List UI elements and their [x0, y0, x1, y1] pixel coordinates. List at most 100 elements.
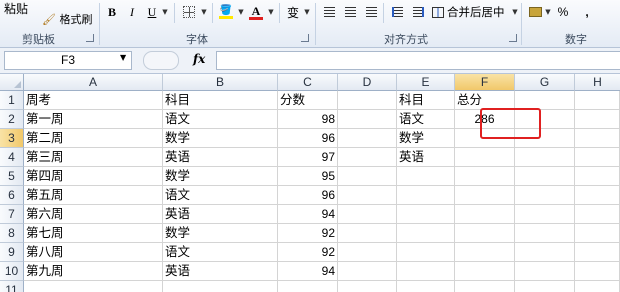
cell-a6[interactable]: 第五周	[24, 186, 163, 205]
fill-color-button[interactable]: 🪣	[217, 3, 235, 21]
row-header-5[interactable]: 5	[0, 167, 24, 186]
paste-button[interactable]: 粘贴	[4, 0, 28, 17]
cell-h9[interactable]	[575, 243, 620, 262]
comma-style-button[interactable]: ,	[580, 3, 594, 21]
cell-c10[interactable]: 94	[278, 262, 338, 281]
phonetic-dropdown-arrow-icon[interactable]: ▼	[302, 3, 312, 21]
cell-b3[interactable]: 数学	[163, 129, 278, 148]
clipboard-launcher-icon[interactable]	[86, 34, 94, 42]
cell-f10[interactable]	[455, 262, 515, 281]
cell-e8[interactable]	[397, 224, 455, 243]
merge-dropdown-arrow-icon[interactable]: ▼	[511, 3, 519, 21]
cell-h8[interactable]	[575, 224, 620, 243]
cell-h1[interactable]	[575, 91, 620, 110]
cell-a1[interactable]: 周考	[24, 91, 163, 110]
row-header-10[interactable]: 10	[0, 262, 24, 281]
row-header-8[interactable]: 8	[0, 224, 24, 243]
row-header-6[interactable]: 6	[0, 186, 24, 205]
column-header-f[interactable]: F	[455, 74, 515, 91]
font-launcher-icon[interactable]	[301, 34, 309, 42]
cell-h3[interactable]	[575, 129, 620, 148]
cell-g11[interactable]	[515, 281, 575, 292]
percent-style-button[interactable]: %	[556, 3, 570, 21]
cell-d8[interactable]	[338, 224, 397, 243]
cell-d3[interactable]	[338, 129, 397, 148]
name-box-dropdown-arrow-icon[interactable]: ▼	[120, 53, 126, 62]
cell-b2[interactable]: 语文	[163, 110, 278, 129]
cell-d4[interactable]	[338, 148, 397, 167]
column-header-a[interactable]: A	[24, 74, 163, 91]
format-painter-button[interactable]: 🖌 格式刷	[42, 11, 92, 27]
cell-a7[interactable]: 第六周	[24, 205, 163, 224]
cell-f11[interactable]	[455, 281, 515, 292]
cell-f5[interactable]	[455, 167, 515, 186]
cell-e7[interactable]	[397, 205, 455, 224]
cell-h2[interactable]	[575, 110, 620, 129]
row-header-2[interactable]: 2	[0, 110, 24, 129]
phonetic-guide-button[interactable]: 变	[284, 3, 302, 21]
alignment-launcher-icon[interactable]	[509, 34, 517, 42]
cell-c6[interactable]: 96	[278, 186, 338, 205]
cell-e4[interactable]: 英语	[397, 148, 455, 167]
row-header-7[interactable]: 7	[0, 205, 24, 224]
name-box[interactable]: F3	[4, 51, 132, 70]
cell-c5[interactable]: 95	[278, 167, 338, 186]
cell-f9[interactable]	[455, 243, 515, 262]
cell-g8[interactable]	[515, 224, 575, 243]
cell-h7[interactable]	[575, 205, 620, 224]
cell-c8[interactable]: 92	[278, 224, 338, 243]
cell-b4[interactable]: 英语	[163, 148, 278, 167]
cell-d5[interactable]	[338, 167, 397, 186]
cell-c3[interactable]: 96	[278, 129, 338, 148]
cell-h6[interactable]	[575, 186, 620, 205]
column-header-b[interactable]: B	[163, 74, 278, 91]
cell-c1[interactable]: 分数	[278, 91, 338, 110]
cell-h4[interactable]	[575, 148, 620, 167]
cell-b6[interactable]: 语文	[163, 186, 278, 205]
bold-button[interactable]: B	[104, 3, 120, 21]
cell-b7[interactable]: 英语	[163, 205, 278, 224]
cell-e3[interactable]: 数学	[397, 129, 455, 148]
decrease-indent-button[interactable]	[388, 3, 406, 21]
formula-input[interactable]	[216, 51, 620, 70]
column-header-d[interactable]: D	[338, 74, 397, 91]
cell-a11[interactable]	[24, 281, 163, 292]
cell-b5[interactable]: 数学	[163, 167, 278, 186]
underline-dropdown-arrow-icon[interactable]: ▼	[160, 3, 170, 21]
cell-e5[interactable]	[397, 167, 455, 186]
cell-a5[interactable]: 第四周	[24, 167, 163, 186]
cell-d11[interactable]	[338, 281, 397, 292]
cell-a2[interactable]: 第一周	[24, 110, 163, 129]
cell-b9[interactable]: 语文	[163, 243, 278, 262]
cell-g6[interactable]	[515, 186, 575, 205]
row-header-9[interactable]: 9	[0, 243, 24, 262]
cell-c4[interactable]: 97	[278, 148, 338, 167]
cell-a9[interactable]: 第八周	[24, 243, 163, 262]
cell-g9[interactable]	[515, 243, 575, 262]
cell-b11[interactable]	[163, 281, 278, 292]
select-all-button[interactable]	[0, 74, 24, 91]
column-header-h[interactable]: H	[575, 74, 620, 91]
accounting-dropdown-arrow-icon[interactable]: ▼	[544, 3, 552, 21]
cell-a8[interactable]: 第七周	[24, 224, 163, 243]
column-header-c[interactable]: C	[278, 74, 338, 91]
cell-b10[interactable]: 英语	[163, 262, 278, 281]
fill-color-dropdown-arrow-icon[interactable]: ▼	[236, 3, 246, 21]
cell-e9[interactable]	[397, 243, 455, 262]
align-center-button[interactable]	[341, 3, 359, 21]
borders-dropdown-arrow-icon[interactable]: ▼	[199, 3, 209, 21]
merge-center-button[interactable]: 合并后居中	[431, 3, 511, 21]
align-left-button[interactable]	[320, 3, 338, 21]
cell-f6[interactable]	[455, 186, 515, 205]
cell-g10[interactable]	[515, 262, 575, 281]
cell-d6[interactable]	[338, 186, 397, 205]
insert-function-icon[interactable]: fx	[193, 52, 205, 66]
borders-button[interactable]	[180, 3, 198, 21]
cell-d7[interactable]	[338, 205, 397, 224]
cell-g5[interactable]	[515, 167, 575, 186]
cell-d1[interactable]	[338, 91, 397, 110]
cell-f8[interactable]	[455, 224, 515, 243]
cell-f4[interactable]	[455, 148, 515, 167]
increase-indent-button[interactable]	[409, 3, 427, 21]
cell-a4[interactable]: 第三周	[24, 148, 163, 167]
